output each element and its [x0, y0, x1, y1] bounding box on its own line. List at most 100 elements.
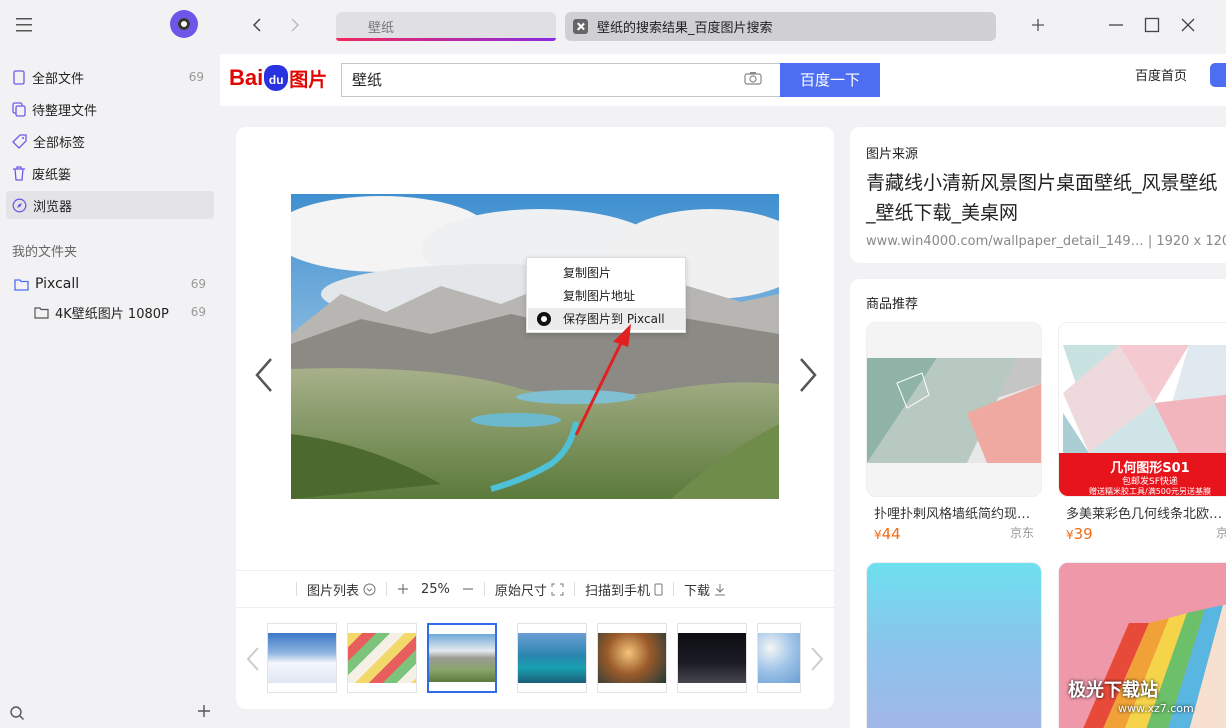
- copy-icon: [12, 101, 26, 117]
- trash-icon: [13, 165, 25, 181]
- context-copy-image-url[interactable]: 复制图片地址: [528, 285, 685, 307]
- search-icon[interactable]: [9, 705, 25, 721]
- original-size-label: 原始尺寸: [494, 583, 547, 599]
- thumbnail[interactable]: [597, 623, 667, 693]
- thumbnail[interactable]: [677, 623, 747, 693]
- tab-label: 壁纸的搜索结果_百度图片搜索: [597, 21, 773, 36]
- thumbs-next-icon[interactable]: [810, 646, 824, 672]
- divider: [573, 582, 575, 596]
- thumbnail[interactable]: [267, 623, 337, 693]
- add-icon[interactable]: [196, 703, 212, 719]
- banner-subtext: 赠送糯米胶工具/满500元另送基膜: [1089, 487, 1211, 496]
- watermark-sub: www.xz7.com: [1118, 702, 1194, 715]
- product-card[interactable]: 几何图形S01 包邮发SF快递 赠送糯米胶工具/满500元另送基膜 多美莱彩色几…: [1058, 322, 1226, 543]
- zoom-in-icon[interactable]: [397, 583, 409, 595]
- sidebar-item-browser[interactable]: 浏览器: [6, 191, 214, 219]
- image-list-button[interactable]: 图片列表: [307, 580, 376, 599]
- product-price: ¥39: [1058, 525, 1226, 543]
- login-button[interactable]: [1210, 63, 1226, 87]
- download-button[interactable]: 下载: [684, 580, 726, 599]
- product-shop: 京东: [1215, 526, 1226, 540]
- product-image: 几何图形S01 包邮发SF快递 赠送糯米胶工具/满500元另送基膜: [1058, 322, 1226, 497]
- tag-icon: [12, 133, 27, 149]
- thumbnail-strip: [236, 608, 834, 709]
- maximize-icon[interactable]: [1144, 17, 1160, 33]
- folder-4k-wallpaper[interactable]: 4K壁纸图片 1080P 69: [34, 301, 214, 323]
- image-viewer: 复制图片 复制图片地址 保存图片到 Pixcall 图片列表 25% 原始尺寸 …: [236, 127, 834, 709]
- folder-label: Pixcall: [35, 276, 80, 292]
- folder-icon: [34, 306, 49, 319]
- close-icon[interactable]: [573, 19, 588, 34]
- product-name: 多美莱彩色几何线条北欧…: [1066, 507, 1223, 522]
- next-image-icon[interactable]: [798, 357, 818, 393]
- folder-count: 69: [190, 277, 206, 291]
- search-input[interactable]: 壁纸: [341, 63, 781, 97]
- thumbnail[interactable]: [517, 623, 587, 693]
- scan-to-phone-button[interactable]: 扫描到手机: [585, 580, 663, 599]
- chevron-down-icon: [363, 583, 376, 595]
- download-label: 下载: [683, 583, 710, 599]
- sidebar-item-tags[interactable]: 全部标签: [6, 127, 214, 155]
- sidebar-item-label: 全部标签: [33, 135, 86, 151]
- close-window-icon[interactable]: [1180, 17, 1196, 33]
- folder-pixcall[interactable]: Pixcall 69: [14, 273, 214, 295]
- context-save-to-pixcall[interactable]: 保存图片到 Pixcall: [528, 308, 685, 330]
- web-page: Bai du 图片 壁纸 百度一下 百度首页 复制图片 复制图片地址 保存图片到…: [220, 54, 1226, 728]
- thumbnail[interactable]: [347, 623, 417, 693]
- product-price-value: 39: [1073, 525, 1093, 543]
- divider: [672, 582, 674, 596]
- divider: [483, 582, 485, 596]
- product-card[interactable]: 扑哩扑剌风格墙纸简约现… ¥44 京东: [866, 322, 1042, 543]
- thumbnail-selected[interactable]: [427, 623, 497, 693]
- minimize-icon[interactable]: [1108, 17, 1124, 33]
- file-icon: [13, 69, 25, 85]
- tab-label: 壁纸: [368, 21, 395, 36]
- prev-image-icon[interactable]: [254, 357, 274, 393]
- source-url[interactable]: www.win4000.com/wallpaper_detail_149…: [866, 234, 1144, 249]
- sidebar-item-unsorted[interactable]: 待整理文件: [6, 95, 214, 123]
- product-card[interactable]: [866, 562, 1042, 728]
- source-title-link[interactable]: 青藏线小清新风景图片桌面壁纸_风景壁纸_壁纸下载_美桌网: [866, 168, 1226, 228]
- baidu-logo[interactable]: Bai du 图片: [229, 60, 327, 96]
- compass-icon: [12, 198, 27, 212]
- thumbnail[interactable]: [757, 623, 801, 693]
- goods-title: 商品推荐: [866, 297, 919, 312]
- source-size: | 1920 x 1200: [1147, 234, 1226, 249]
- product-name: 扑哩扑剌风格墙纸简约现…: [874, 507, 1031, 522]
- watermark-main: 极光下载站: [1068, 680, 1158, 701]
- sidebar: 全部文件 69 待整理文件 全部标签 废纸篓 浏览器 我的文件夹 Pixcall…: [0, 0, 220, 728]
- zoom-level: 25%: [421, 581, 450, 597]
- avatar[interactable]: [170, 10, 198, 38]
- watermark: 极光下载站 www.xz7.com: [1068, 676, 1194, 715]
- original-size-button[interactable]: 原始尺寸: [495, 580, 564, 599]
- sidebar-item-all-files[interactable]: 全部文件 69: [6, 63, 214, 91]
- search-button[interactable]: 百度一下: [780, 63, 880, 97]
- tab-search-results[interactable]: 壁纸的搜索结果_百度图片搜索: [565, 12, 996, 41]
- currency-symbol: ¥: [1066, 528, 1074, 542]
- main-photo[interactable]: [291, 194, 779, 499]
- camera-icon[interactable]: [744, 71, 762, 85]
- sidebar-item-label: 废纸篓: [32, 167, 72, 183]
- tab-wallpaper[interactable]: 壁纸: [336, 12, 556, 41]
- image-list-label: 图片列表: [307, 583, 360, 599]
- menu-icon[interactable]: [14, 16, 34, 34]
- context-menu: 复制图片 复制图片地址 保存图片到 Pixcall: [526, 257, 686, 333]
- fullscreen-icon: [551, 583, 564, 595]
- folder-label: 4K壁纸图片 1080P: [55, 306, 169, 322]
- baidu-home-link[interactable]: 百度首页: [1135, 65, 1187, 84]
- scan-to-phone-label: 扫描到手机: [584, 583, 650, 599]
- context-copy-image[interactable]: 复制图片: [528, 262, 685, 284]
- sidebar-item-trash[interactable]: 废纸篓: [6, 159, 214, 187]
- product-image: [866, 562, 1042, 728]
- product-price-value: 44: [881, 525, 901, 543]
- zoom-out-icon[interactable]: [462, 583, 474, 595]
- new-tab-icon[interactable]: [1030, 17, 1046, 33]
- viewer-toolbar: 图片列表 25% 原始尺寸 扫描到手机 下载: [236, 570, 834, 608]
- forward-icon[interactable]: [286, 17, 302, 33]
- thumbs-prev-icon[interactable]: [246, 646, 260, 672]
- folder-icon: [14, 278, 29, 291]
- back-icon[interactable]: [250, 17, 266, 33]
- currency-symbol: ¥: [874, 528, 882, 542]
- sidebar-item-count: 69: [188, 70, 204, 84]
- sidebar-item-label: 全部文件: [32, 71, 85, 87]
